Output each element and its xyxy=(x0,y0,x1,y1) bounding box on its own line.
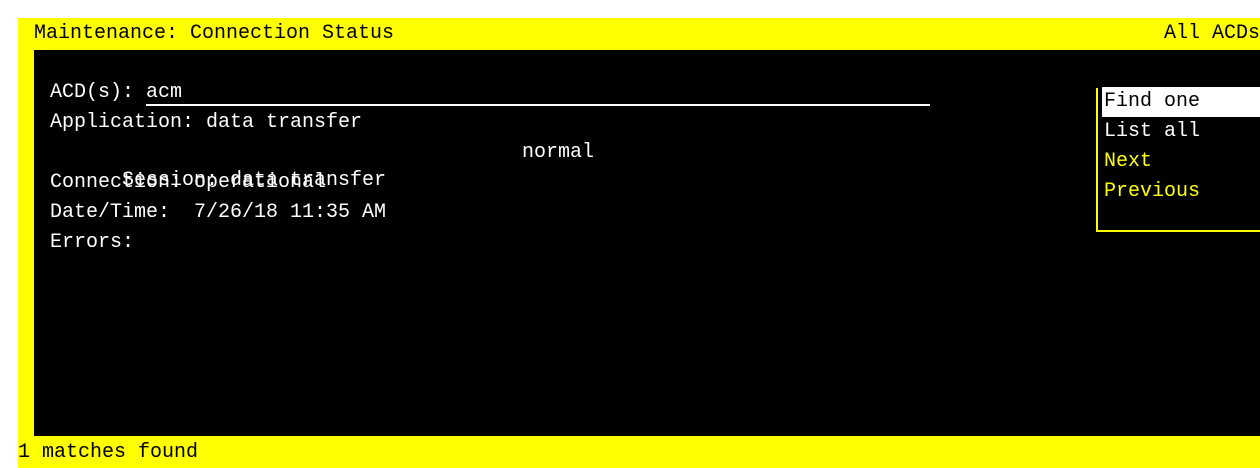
acd-label: ACD(s): xyxy=(50,81,147,104)
menu-item-list-all[interactable]: List all xyxy=(1104,117,1260,147)
menu-item-find-one[interactable]: Find one xyxy=(1102,87,1260,117)
status-bar: 1 matches found xyxy=(18,438,1260,468)
terminal-screen: Maintenance: Connection Status All ACDs … xyxy=(18,18,1260,468)
acd-input[interactable]: acm xyxy=(146,82,931,106)
scope-label: All ACDs xyxy=(1163,22,1260,45)
datetime-field: Date/Time: 7/26/18 11:35 AM xyxy=(50,201,387,224)
action-menu: Find one List all Next Previous xyxy=(1096,87,1260,232)
status-message: 1 matches found xyxy=(18,441,199,464)
application-field: Application: data transfer xyxy=(50,111,363,134)
session-status: normal xyxy=(522,141,595,164)
menu-item-previous[interactable]: Previous xyxy=(1104,177,1260,207)
errors-field: Errors: xyxy=(50,231,135,254)
acd-field-row: ACD(s): acm xyxy=(50,79,931,107)
connection-field: Connection: operational xyxy=(50,171,327,194)
main-panel: ACD(s): acm Application: data transfer S… xyxy=(34,50,1260,436)
title-bar: Maintenance: Connection Status All ACDs xyxy=(18,18,1260,50)
menu-item-next[interactable]: Next xyxy=(1104,147,1260,177)
window-title: Maintenance: Connection Status xyxy=(34,22,395,45)
